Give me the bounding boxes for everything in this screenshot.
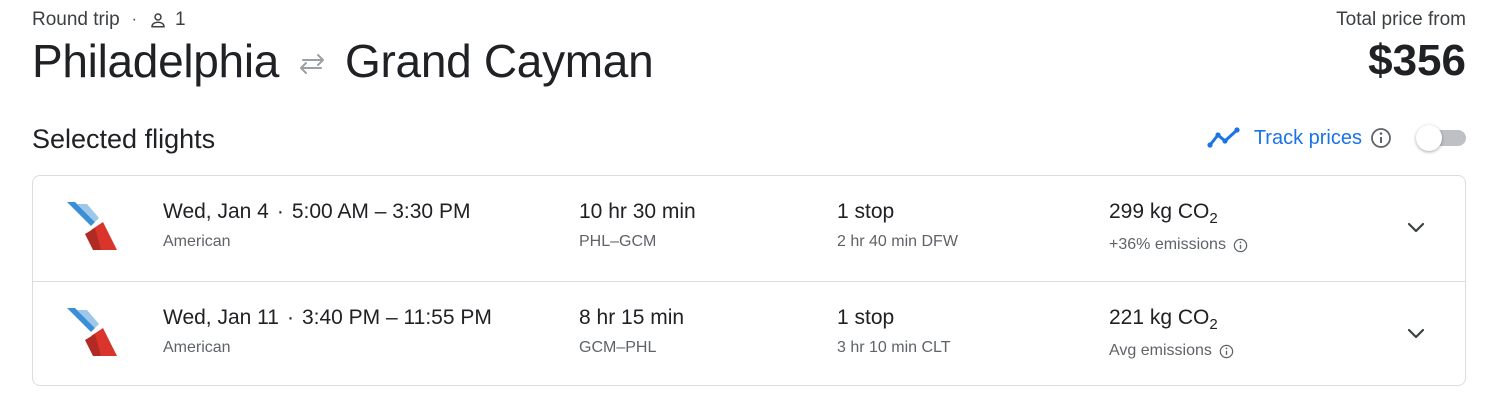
emissions-subscript: 2 xyxy=(1209,316,1218,333)
track-prices[interactable]: Track prices xyxy=(1207,125,1466,151)
flight-route: PHL–GCM xyxy=(579,233,657,250)
flight-duration: 10 hr 30 min xyxy=(579,200,696,223)
trip-type: Round trip xyxy=(32,9,120,30)
total-price: $356 xyxy=(1368,36,1466,85)
price-label: Total price from xyxy=(1336,9,1466,30)
flight-duration: 8 hr 15 min xyxy=(579,306,685,329)
flight-duration-col: 8 hr 15 min GCM–PHL xyxy=(579,306,684,357)
american-airlines-logo xyxy=(67,308,117,356)
swap-arrows-icon xyxy=(300,54,325,74)
trip-meta: Round trip · 1 xyxy=(32,9,186,31)
flight-stops: 1 stop xyxy=(837,306,895,329)
flight-layover: 2 hr 40 min DFW xyxy=(837,233,958,250)
flight-stops: 1 stop xyxy=(837,200,895,223)
passenger-count: 1 xyxy=(175,9,186,30)
flight-layover: 3 hr 10 min CLT xyxy=(837,339,951,356)
separator-dot: · xyxy=(276,200,284,223)
flight-stops-col: 1 stop 2 hr 40 min DFW xyxy=(837,200,958,251)
toggle-knob xyxy=(1416,125,1442,151)
emissions-note-text: Avg emissions xyxy=(1109,342,1212,359)
separator-dot: · xyxy=(131,11,137,28)
flight-date-time: Wed, Jan 11 · 3:40 PM – 11:55 PM xyxy=(163,306,492,330)
emissions-note-text: +36% emissions xyxy=(1109,236,1226,253)
emissions-note: +36% emissions xyxy=(1109,236,1248,254)
flight-time-col: Wed, Jan 4 · 5:00 AM – 3:30 PM American xyxy=(163,200,470,251)
emissions-note: Avg emissions xyxy=(1109,342,1234,360)
section-title: Selected flights xyxy=(32,124,216,154)
emissions-amount: 299 kg CO xyxy=(1109,200,1210,223)
separator-dot: · xyxy=(286,306,294,329)
emissions-value: 299 kg CO2 xyxy=(1109,200,1248,227)
flight-date-time: Wed, Jan 4 · 5:00 AM – 3:30 PM xyxy=(163,200,470,224)
flight-emissions-col: 221 kg CO2 Avg emissions xyxy=(1109,306,1234,360)
selected-flights-card: Wed, Jan 4 · 5:00 AM – 3:30 PM American 10… xyxy=(32,175,1466,386)
destination-city: Grand Cayman xyxy=(345,35,654,87)
origin-city: Philadelphia xyxy=(32,35,280,87)
info-icon[interactable] xyxy=(1370,127,1392,149)
flight-summary-page: Round trip · 1 Philadelphia Grand Cayman… xyxy=(0,0,1500,413)
track-prices-toggle[interactable] xyxy=(1416,125,1466,151)
emissions-amount: 221 kg CO xyxy=(1109,306,1210,329)
route-title: Philadelphia Grand Cayman xyxy=(32,34,654,88)
flight-stops-col: 1 stop 3 hr 10 min CLT xyxy=(837,306,951,357)
american-airlines-logo xyxy=(67,202,117,250)
flight-date: Wed, Jan 4 xyxy=(163,200,269,223)
flight-date: Wed, Jan 11 xyxy=(163,306,279,329)
emissions-value: 221 kg CO2 xyxy=(1109,306,1234,333)
flight-row[interactable]: Wed, Jan 4 · 5:00 AM – 3:30 PM American 10… xyxy=(33,176,1465,281)
info-icon[interactable] xyxy=(1219,344,1234,359)
emissions-subscript: 2 xyxy=(1209,210,1218,227)
flight-time-col: Wed, Jan 11 · 3:40 PM – 11:55 PM American xyxy=(163,306,492,357)
chevron-down-icon[interactable] xyxy=(1405,322,1427,344)
flight-times: 5:00 AM – 3:30 PM xyxy=(291,200,471,223)
airline-name: American xyxy=(163,339,231,356)
flight-route: GCM–PHL xyxy=(579,339,657,356)
trending-line-icon xyxy=(1207,127,1240,148)
airline-name: American xyxy=(163,233,231,250)
flight-row[interactable]: Wed, Jan 11 · 3:40 PM – 11:55 PM American … xyxy=(33,281,1465,385)
chevron-down-icon[interactable] xyxy=(1405,216,1427,238)
flight-times: 3:40 PM – 11:55 PM xyxy=(301,306,492,329)
track-prices-label[interactable]: Track prices xyxy=(1254,127,1362,150)
person-icon xyxy=(151,13,165,28)
flight-emissions-col: 299 kg CO2 +36% emissions xyxy=(1109,200,1248,254)
info-icon[interactable] xyxy=(1233,238,1248,253)
flight-duration-col: 10 hr 30 min PHL–GCM xyxy=(579,200,696,251)
